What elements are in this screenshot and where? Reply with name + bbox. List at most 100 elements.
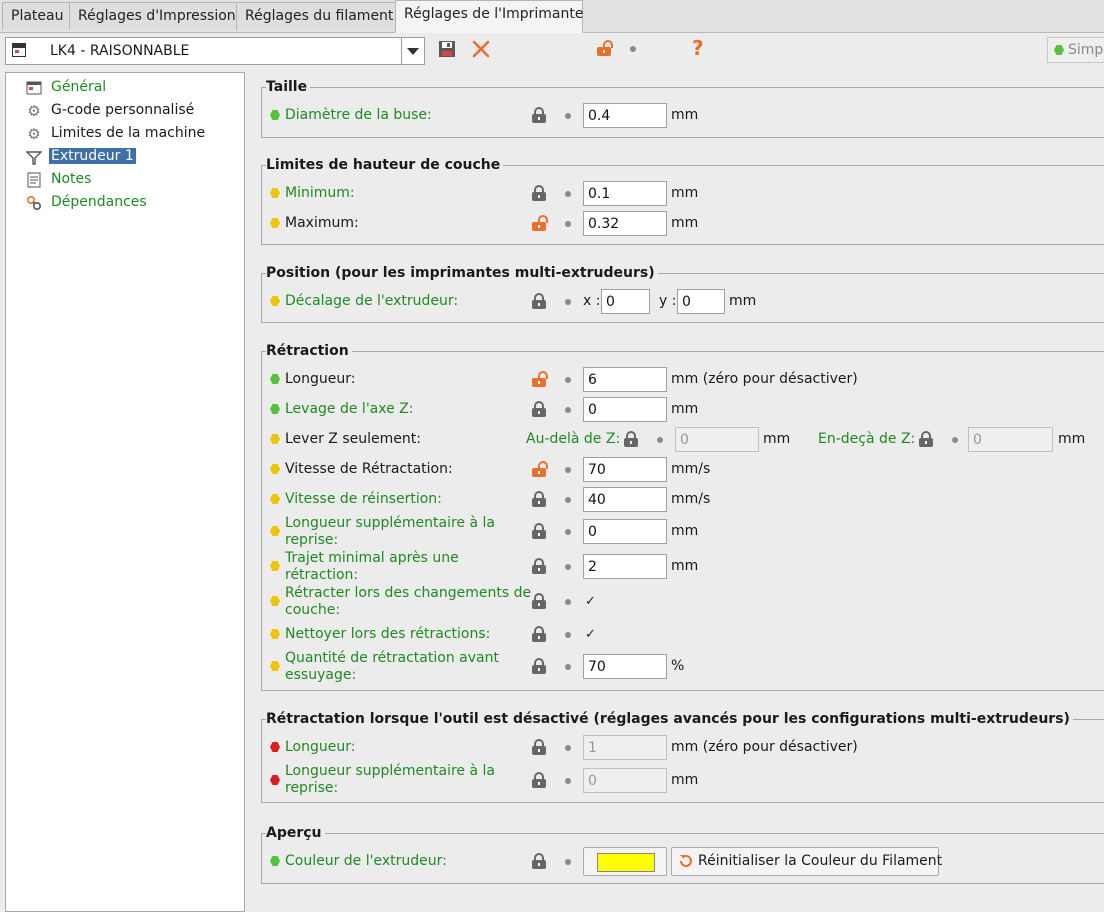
unlock-icon[interactable] [531, 371, 548, 387]
tab-filament-settings[interactable]: Réglages du filament [236, 2, 396, 30]
tab-printer-settings[interactable]: Réglages de l'Imprimante [395, 0, 584, 33]
lock-icon[interactable] [531, 593, 547, 609]
unit-label: mm/s [671, 461, 711, 477]
question-icon[interactable]: ? [692, 36, 704, 60]
gear-icon: ⚙ [27, 125, 41, 143]
unit-label: mm [671, 107, 699, 123]
lock-icon[interactable] [531, 626, 547, 642]
dot-icon [565, 299, 571, 305]
toolchange-restart-extra-input[interactable]: 0 [583, 768, 667, 793]
unlock-icon[interactable] [531, 461, 548, 477]
delete-icon[interactable] [471, 39, 491, 59]
funnel-icon [25, 149, 43, 165]
offset-x-input[interactable]: 0 [601, 289, 650, 314]
unit-label: mm [671, 523, 699, 539]
reset-filament-color-button[interactable]: Réinitialiser la Couleur du Filament [671, 847, 942, 876]
dependencies-icon [26, 195, 42, 211]
group-title-retraction: Rétraction [266, 343, 352, 359]
toolchange-length-label: Longueur: [285, 739, 356, 755]
unit-label: mm [763, 431, 791, 447]
below-z-input[interactable]: 0 [968, 427, 1053, 452]
lock-icon[interactable] [531, 523, 547, 539]
restart-extra-input[interactable]: 0 [583, 519, 667, 544]
lock-icon[interactable] [531, 739, 547, 755]
lock-icon[interactable] [918, 431, 934, 447]
dot-icon [565, 632, 571, 638]
lock-icon[interactable] [531, 107, 547, 123]
retract-length-input[interactable]: 6 [583, 367, 667, 392]
extruder-color-picker[interactable] [583, 847, 667, 876]
dot-icon [565, 564, 571, 570]
dot-icon [565, 778, 571, 784]
nozzle-diameter-input[interactable]: 0.4 [583, 103, 667, 128]
dot-icon [565, 529, 571, 535]
dot-icon [565, 599, 571, 605]
restart-extra-label: reprise: [285, 532, 339, 548]
tree-item-label: Notes [51, 171, 92, 187]
retract-before-wipe-label: essuyage: [285, 667, 357, 683]
group-title-position: Position (pour les imprimantes multi-ext… [266, 265, 658, 281]
min-travel-label: rétraction: [285, 567, 359, 583]
unit-label: mm [1058, 431, 1086, 447]
group-layer-limits [261, 165, 1104, 245]
tab-print-settings[interactable]: Réglages d'Impression [69, 2, 237, 30]
min-travel-input[interactable]: 2 [583, 554, 667, 579]
min-layer-label: Minimum: [285, 185, 355, 201]
retract-layer-change-checkbox[interactable]: ✓ [585, 595, 597, 608]
tree-item-label: Général [51, 79, 107, 95]
printer-icon [26, 80, 42, 96]
retract-speed-label: Vitesse de Rétractation: [285, 461, 453, 477]
lock-icon[interactable] [531, 658, 547, 674]
preset-select[interactable]: LK4 - RAISONNABLE [5, 37, 425, 65]
lock-icon[interactable] [531, 491, 547, 507]
unit-label: % [671, 658, 685, 674]
unlock-icon[interactable] [531, 215, 548, 231]
deretract-speed-input[interactable]: 40 [583, 487, 667, 512]
retract-before-wipe-label: Quantité de rétractation avant [285, 650, 499, 666]
retract-length-label: Longueur: [285, 371, 356, 387]
retract-layer-change-label: couche: [285, 602, 341, 618]
lock-icon[interactable] [531, 293, 547, 309]
tab-plateau[interactable]: Plateau [2, 2, 70, 30]
unit-label: mm (zéro pour désactiver) [671, 739, 858, 755]
retract-before-wipe-input[interactable]: 70 [583, 654, 667, 679]
dot-icon [565, 191, 571, 197]
mode-label: Simpl [1068, 42, 1104, 58]
gear-icon: ⚙ [27, 102, 41, 120]
min-layer-input[interactable]: 0.1 [583, 181, 667, 206]
lock-icon[interactable] [531, 772, 547, 788]
group-toolchange-retraction [261, 719, 1104, 803]
tab-bar: Plateau Réglages d'Impression Réglages d… [0, 0, 1104, 33]
lift-z-label: Levage de l'axe Z: [285, 401, 414, 417]
above-z-label: Au-delà de Z: [526, 431, 621, 447]
tree-item-label: G-code personnalisé [51, 102, 195, 118]
dot-icon [630, 46, 636, 52]
toolchange-length-input[interactable]: 1 [583, 735, 667, 760]
y-label: y : [659, 293, 677, 309]
unlock-icon[interactable] [596, 40, 613, 56]
group-title-taille: Taille [266, 79, 311, 95]
save-icon[interactable] [438, 40, 456, 58]
lock-icon[interactable] [623, 431, 639, 447]
lock-icon[interactable] [531, 401, 547, 417]
min-travel-label: Trajet minimal après une [285, 550, 459, 566]
max-layer-input[interactable]: 0.32 [583, 211, 667, 236]
unit-label: mm [671, 772, 699, 788]
chevron-down-icon[interactable] [401, 38, 424, 64]
dot-icon [565, 113, 571, 119]
lock-icon[interactable] [531, 853, 547, 869]
toolchange-restart-extra-label: reprise: [285, 780, 339, 796]
lift-z-input[interactable]: 0 [583, 397, 667, 422]
group-title-layer-limits: Limites de hauteur de couche [266, 157, 504, 173]
settings-tree: Général ⚙ G-code personnalisé ⚙ Limites … [5, 72, 245, 912]
simple-mode-icon [1054, 45, 1064, 55]
wipe-checkbox[interactable]: ✓ [585, 628, 597, 641]
offset-y-input[interactable]: 0 [677, 289, 725, 314]
reset-icon [678, 853, 694, 869]
above-z-input[interactable]: 0 [675, 427, 759, 452]
unit-label: mm [671, 185, 699, 201]
retract-speed-input[interactable]: 70 [583, 457, 667, 482]
lock-icon[interactable] [531, 185, 547, 201]
lock-icon[interactable] [531, 558, 547, 574]
mode-simple-button[interactable]: Simpl [1047, 37, 1104, 63]
